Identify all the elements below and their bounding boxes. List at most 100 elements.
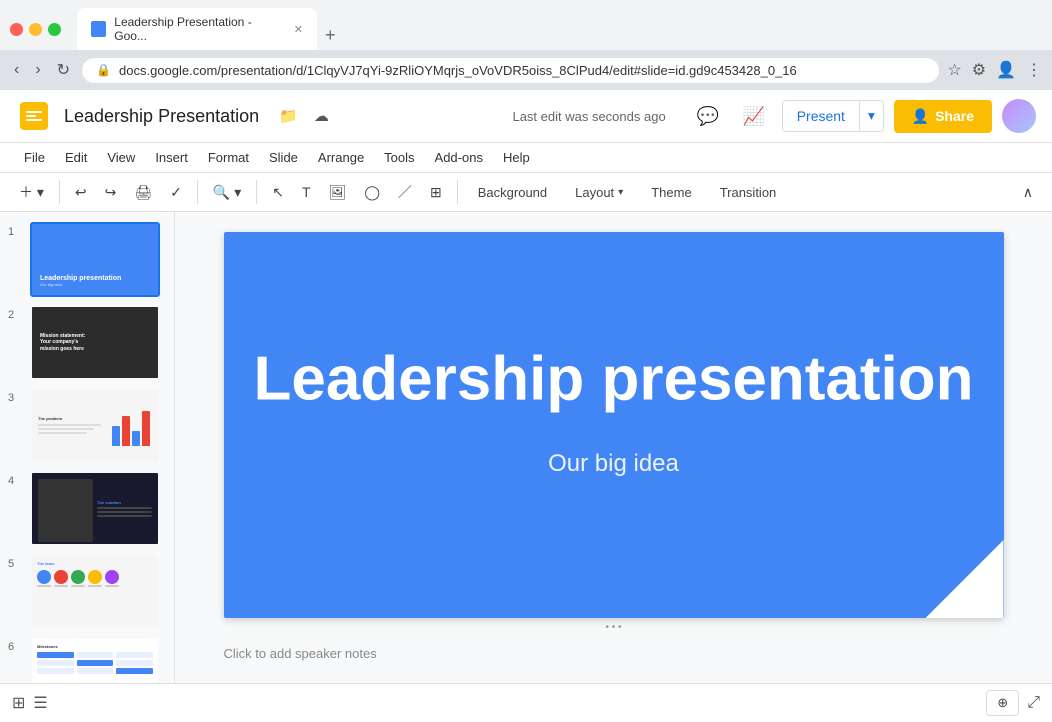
slide-thumb-2[interactable]: 2 Mission statement:Your company'smissio… — [8, 305, 166, 380]
layout-label: Layout — [575, 185, 614, 200]
menu-file[interactable]: File — [16, 145, 53, 170]
expand-button[interactable]: ⤢ — [1027, 694, 1040, 712]
grid-view-button[interactable]: ⊞ — [12, 693, 25, 713]
slide-thumb-3[interactable]: 3 The problem — [8, 388, 166, 463]
slide-thumb-4[interactable]: 4 The solution — [8, 471, 166, 546]
shape-tool[interactable]: ◯ — [357, 179, 387, 206]
menu-help[interactable]: Help — [495, 145, 538, 170]
slide-num-1: 1 — [8, 222, 22, 238]
slide-canvas[interactable]: Leadership presentation Our big idea — [224, 232, 1004, 618]
chart-icon[interactable]: 📈 — [736, 98, 772, 134]
title-bar: Leadership Presentation - Goo... ✕ + — [0, 0, 1052, 50]
slide-2-content: Mission statement:Your company'smission … — [32, 307, 158, 378]
slide-num-5: 5 — [8, 554, 22, 570]
text-tool[interactable]: T — [295, 179, 318, 205]
bar-4 — [142, 411, 150, 446]
tab-close-button[interactable]: ✕ — [294, 23, 303, 36]
person-3-avatar — [71, 570, 85, 584]
slide-preview-4[interactable]: The solution — [30, 471, 160, 546]
cursor-tool[interactable]: ↖ — [265, 179, 291, 206]
line-tool[interactable]: ／ — [391, 177, 419, 207]
spell-check-button[interactable]: ✓ — [163, 179, 189, 206]
last-edit-status: Last edit was seconds ago — [512, 109, 665, 124]
slide-3-line-1 — [38, 424, 101, 426]
menu-icon[interactable]: ⋮ — [1026, 60, 1042, 80]
bookmark-icon[interactable]: ☆ — [947, 60, 961, 80]
person-5-name — [105, 585, 119, 587]
background-button[interactable]: Background — [466, 180, 559, 205]
present-main-button[interactable]: Present — [783, 101, 859, 131]
resize-handle[interactable]: • • • — [601, 618, 625, 637]
person-1-name — [37, 585, 51, 587]
undo-button[interactable]: ↩ — [68, 179, 94, 206]
maximize-button[interactable] — [48, 23, 61, 36]
user-avatar[interactable] — [1002, 99, 1036, 133]
cell-4 — [37, 660, 74, 666]
slide-5-people — [37, 570, 153, 587]
person-4-name — [88, 585, 102, 587]
slide-preview-6[interactable]: Milestones — [30, 637, 160, 683]
image-tool[interactable]: 🖼 — [322, 179, 354, 206]
menu-tools[interactable]: Tools — [376, 145, 422, 170]
collapse-toolbar-button[interactable]: ∧ — [1016, 179, 1040, 206]
tab-title: Leadership Presentation - Goo... — [114, 15, 280, 43]
main-content: 1 Leadership presentation Our big idea 2… — [0, 212, 1052, 683]
slide-4-image — [38, 479, 93, 542]
slide-preview-3[interactable]: The problem — [30, 388, 160, 463]
address-bar[interactable]: 🔒 docs.google.com/presentation/d/1ClqyVJ… — [82, 58, 939, 83]
menu-arrange[interactable]: Arrange — [310, 145, 372, 170]
forward-button[interactable]: › — [31, 57, 44, 83]
transition-button[interactable]: Transition — [708, 180, 789, 205]
new-tab-button[interactable]: + — [317, 21, 344, 50]
browser-toolbar-icons: ☆ ⚙ 👤 ⋮ — [947, 60, 1042, 80]
share-button[interactable]: 👤 Share — [894, 100, 992, 133]
toolbar: ＋ ▾ ↩ ↪ 🖨 ✓ 🔍 ▾ ↖ T 🖼 ◯ ／ ⊞ Background L… — [0, 173, 1052, 212]
person-1 — [37, 570, 51, 587]
slide-num-3: 3 — [8, 388, 22, 404]
speaker-notes[interactable]: Click to add speaker notes — [224, 645, 1004, 663]
back-button[interactable]: ‹ — [10, 57, 23, 83]
folder-icon[interactable]: 📁 — [275, 103, 302, 129]
present-arrow-button[interactable]: ▾ — [859, 101, 883, 131]
logo-line-2 — [26, 115, 36, 117]
comments-icon[interactable]: 💬 — [690, 98, 726, 134]
bar-2 — [122, 416, 130, 446]
slide-preview-2[interactable]: Mission statement:Your company'smission … — [30, 305, 160, 380]
print-button[interactable]: 🖨 — [127, 179, 159, 206]
menu-addons[interactable]: Add-ons — [427, 145, 491, 170]
slide-thumb-6[interactable]: 6 Milestones — [8, 637, 166, 683]
extensions-icon[interactable]: ⚙ — [972, 60, 986, 80]
zoom-button[interactable]: 🔍 ▾ — [206, 179, 248, 206]
menu-edit[interactable]: Edit — [57, 145, 95, 170]
active-tab[interactable]: Leadership Presentation - Goo... ✕ — [77, 8, 317, 50]
slide-main-title[interactable]: Leadership presentation — [253, 343, 973, 414]
slide-thumb-5[interactable]: 5 The team — [8, 554, 166, 629]
slide-5-content: The team — [32, 556, 158, 627]
layout-button[interactable]: Layout ▾ — [563, 180, 635, 205]
slide-thumb-1[interactable]: 1 Leadership presentation Our big idea — [8, 222, 166, 297]
address-bar-row: ‹ › ↻ 🔒 docs.google.com/presentation/d/1… — [0, 50, 1052, 90]
menu-insert[interactable]: Insert — [147, 145, 196, 170]
slide-preview-5[interactable]: The team — [30, 554, 160, 629]
slide-subtitle[interactable]: Our big idea — [548, 450, 679, 478]
menu-format[interactable]: Format — [200, 145, 257, 170]
cell-2 — [77, 652, 114, 658]
more-tools-button[interactable]: ⊞ — [423, 179, 449, 206]
redo-button[interactable]: ↪ — [98, 179, 124, 206]
reload-button[interactable]: ↻ — [53, 56, 74, 84]
close-button[interactable] — [10, 23, 23, 36]
menu-view[interactable]: View — [99, 145, 143, 170]
share-icon: 👤 — [912, 108, 929, 125]
menu-slide[interactable]: Slide — [261, 145, 306, 170]
cell-8 — [77, 668, 114, 674]
slide-4-line-1 — [97, 507, 152, 509]
add-slide-toolbar-button[interactable]: ＋ ▾ — [12, 177, 51, 207]
theme-button[interactable]: Theme — [639, 180, 703, 205]
notes-placeholder[interactable]: Click to add speaker notes — [224, 646, 377, 661]
list-view-button[interactable]: ☰ — [33, 693, 47, 713]
slide-preview-1[interactable]: Leadership presentation Our big idea — [30, 222, 160, 297]
profile-icon[interactable]: 👤 — [996, 60, 1016, 80]
minimize-button[interactable] — [29, 23, 42, 36]
cloud-icon[interactable]: ☁ — [310, 103, 333, 129]
accessibility-button[interactable]: ⊕ — [986, 690, 1019, 716]
